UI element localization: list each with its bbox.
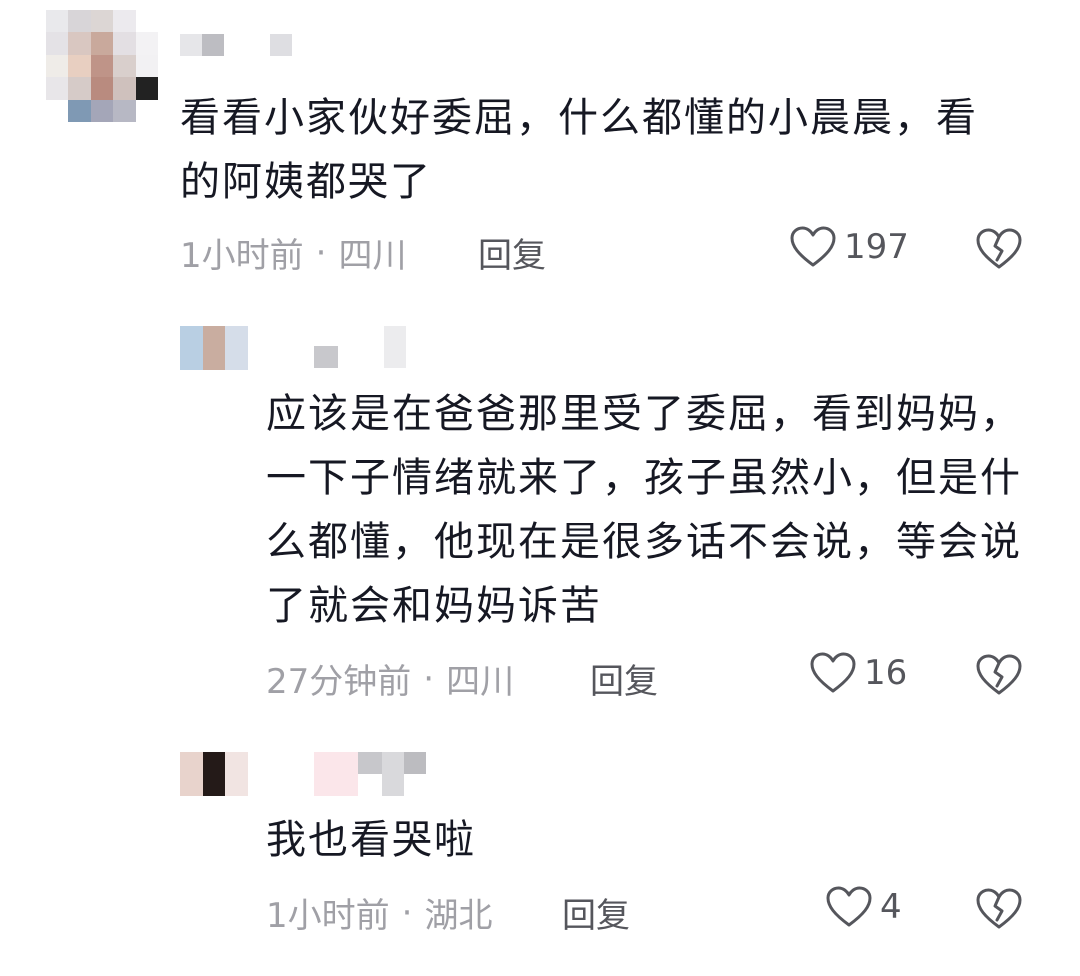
username[interactable]	[314, 752, 426, 796]
reply-button[interactable]: 回复	[590, 654, 658, 703]
avatar[interactable]	[180, 326, 248, 370]
like-button[interactable]: 4	[826, 886, 902, 928]
broken-heart-icon[interactable]	[976, 228, 1022, 270]
comment-time: 1小时前	[266, 896, 390, 936]
reply-button[interactable]: 回复	[562, 888, 630, 937]
username[interactable]	[314, 326, 406, 368]
meta-separator: ·	[423, 658, 435, 699]
comment-location: 湖北	[424, 896, 493, 936]
comment-time: 1小时前	[180, 236, 304, 276]
like-button[interactable]: 197	[790, 226, 909, 268]
comment-text: 应该是在爸爸那里受了委屈，看到妈妈，一下子情绪就来了，孩子虽然小，但是什么都懂，…	[266, 391, 1022, 629]
like-count: 4	[880, 887, 902, 927]
like-count: 197	[844, 227, 909, 267]
comment-location: 四川	[338, 236, 407, 276]
avatar[interactable]	[46, 10, 158, 122]
like-count: 16	[864, 653, 908, 693]
comment-text: 我也看哭啦	[266, 817, 476, 863]
avatar[interactable]	[180, 752, 248, 796]
heart-outline-icon	[790, 226, 836, 267]
username[interactable]	[180, 34, 292, 56]
comment-time: 27分钟前	[266, 662, 412, 702]
comment-meta: 1小时前 · 四川	[180, 228, 406, 277]
comment-meta: 1小时前 · 湖北	[266, 888, 492, 937]
comment-meta: 27分钟前 · 四川	[266, 654, 514, 703]
like-button[interactable]: 16	[810, 652, 907, 694]
comment-location: 四川	[446, 662, 515, 702]
meta-separator: ·	[315, 232, 327, 273]
broken-heart-icon[interactable]	[976, 888, 1022, 930]
broken-heart-icon[interactable]	[976, 654, 1022, 696]
heart-outline-icon	[826, 886, 872, 927]
comment-text: 看看小家伙好委屈，什么都懂的小晨晨，看的阿姨都哭了	[180, 95, 978, 205]
heart-outline-icon	[810, 652, 856, 693]
meta-separator: ·	[401, 892, 413, 933]
reply-button[interactable]: 回复	[478, 228, 546, 277]
